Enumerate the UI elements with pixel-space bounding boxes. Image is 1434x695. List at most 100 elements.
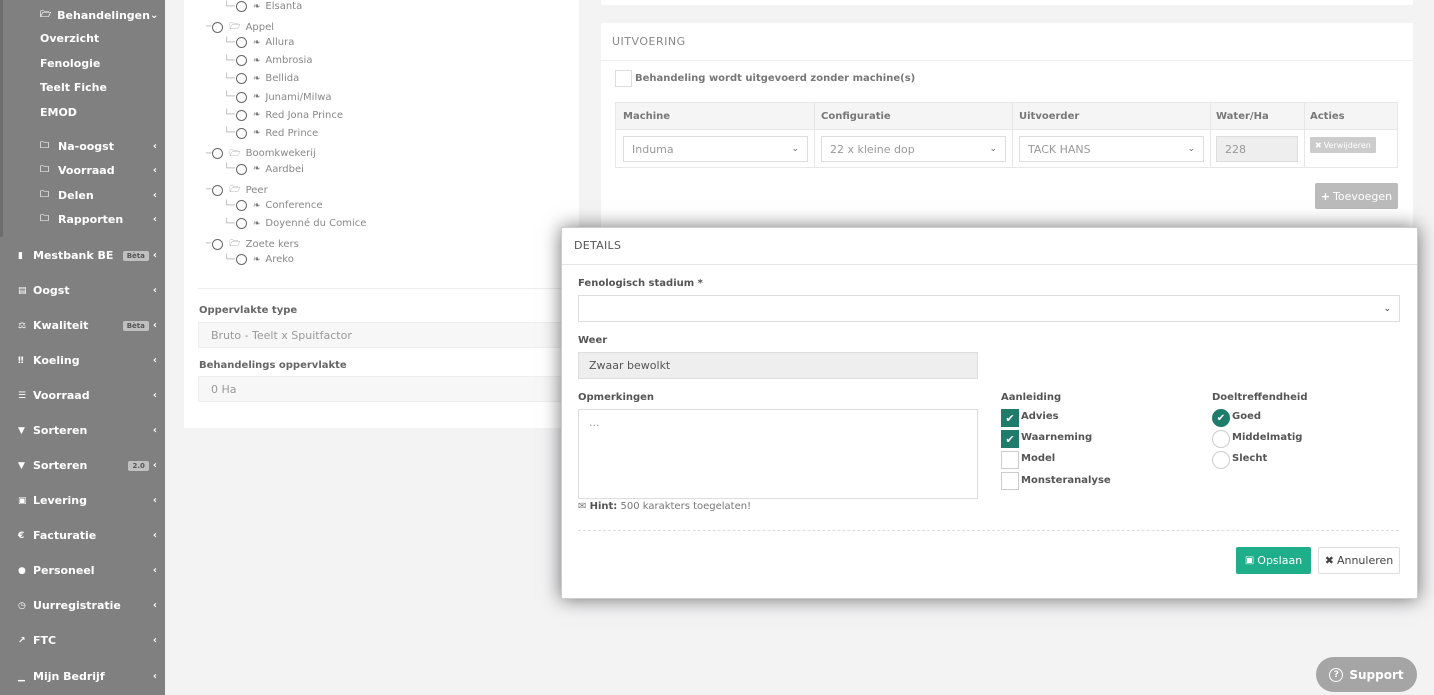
surface-type-select[interactable]: Bruto - Teelt x Spuitfactor: [198, 322, 579, 348]
tree-leaf-node[interactable]: └─ ❧ Allura: [224, 37, 294, 49]
tree-radio[interactable]: [212, 148, 224, 160]
tree-radio[interactable]: [212, 238, 224, 250]
sidebar-item-voorraad[interactable]: ☰ Voorraad ‹: [18, 389, 157, 402]
delete-button[interactable]: ✖ Verwijderen: [1310, 137, 1376, 153]
support-button[interactable]: ? Support: [1316, 657, 1417, 692]
weather-field[interactable]: Zwaar bewolkt: [578, 352, 978, 379]
sidebar-item-teelt-fiche[interactable]: Teelt Fiche: [40, 81, 107, 94]
goed-radio[interactable]: ✔: [1212, 409, 1230, 427]
sidebar-item-fenologie[interactable]: Fenologie: [40, 57, 100, 70]
tree-folder-node[interactable]: ─ 🗁 Appel: [206, 19, 274, 35]
tree-radio[interactable]: [235, 218, 247, 230]
sidebar-group-delen[interactable]: 🗀 Delen ‹: [40, 187, 157, 203]
tree-radio[interactable]: [235, 37, 247, 49]
save-label: Opslaan: [1257, 554, 1303, 567]
no-machine-checkbox[interactable]: [615, 70, 632, 87]
sidebar-item-personeel[interactable]: ● Personeel ‹: [18, 564, 157, 577]
tree-leaf-node[interactable]: └─ ❧ Junami/Milwa: [224, 91, 332, 103]
sidebar-item-mijn-bedrijf[interactable]: ▁ Mijn Bedrijf ‹: [18, 670, 157, 683]
sidebar-item-kwaliteit[interactable]: ⚖ Kwaliteit Bèta ‹: [18, 319, 157, 332]
waarneming-checkbox[interactable]: ✔: [1001, 430, 1019, 448]
tree-folder-node[interactable]: ─ 🗁 Peer: [206, 182, 268, 198]
machine-select[interactable]: Induma ⌄: [623, 136, 808, 162]
tree-connector: └─: [224, 200, 235, 211]
sidebar-group-na-oogst[interactable]: 🗀 Na-oogst ‹: [40, 138, 157, 154]
advies-checkbox[interactable]: ✔: [1001, 409, 1019, 427]
configuratie-select[interactable]: 22 x kleine dop ⌄: [821, 136, 1006, 162]
tree-leaf-node[interactable]: └─ ❧ Areko: [224, 254, 294, 266]
sidebar-item-facturatie[interactable]: € Facturatie ‹: [18, 529, 157, 542]
sidebar-item-ftc[interactable]: ↗ FTC ‹: [18, 634, 157, 647]
sidebar-item-levering[interactable]: ▣ Levering ‹: [18, 494, 157, 507]
hint-text: 500 karakters toegelaten!: [620, 501, 752, 512]
tree-folder-node[interactable]: ─ 🗁 Zoete kers: [206, 236, 299, 252]
tree-radio[interactable]: [235, 127, 247, 139]
water-value: 228: [1225, 142, 1246, 156]
tree-radio[interactable]: [235, 254, 247, 266]
add-button[interactable]: + Toevoegen: [1315, 183, 1398, 209]
tree-radio[interactable]: [235, 91, 247, 103]
tree-folder-node[interactable]: ─ 🗁 Boomkwekerij: [206, 146, 316, 162]
tree-radio[interactable]: [235, 200, 247, 212]
tree-radio[interactable]: [212, 21, 224, 33]
clock-icon: ◷: [18, 600, 26, 611]
tree-leaf-node[interactable]: └─ ❧ Doyenné du Comice: [224, 218, 366, 230]
tree-radio[interactable]: [235, 73, 247, 85]
tree-radio[interactable]: [235, 1, 247, 12]
top-panel-edge: [601, 0, 1413, 5]
slecht-radio[interactable]: [1212, 451, 1230, 469]
sidebar-item-koeling[interactable]: ‼ Koeling ‹: [18, 354, 157, 367]
divider: [562, 264, 1417, 265]
tree-radio[interactable]: [235, 109, 247, 121]
cancel-button[interactable]: ✖ Annuleren: [1318, 547, 1400, 574]
save-button[interactable]: ▣ Opslaan: [1236, 547, 1311, 574]
water-field[interactable]: 228: [1216, 136, 1298, 162]
tree-leaf-node[interactable]: └─ ❧ Red Jona Prince: [224, 109, 344, 121]
tree-connector: └─: [224, 73, 235, 84]
sidebar-item-overzicht[interactable]: Overzicht: [40, 32, 99, 45]
middelmatig-radio[interactable]: [1212, 430, 1230, 448]
tree-leaf-node[interactable]: └─ ❧ Ambrosia: [224, 55, 312, 67]
chevron-left-icon: ‹: [152, 164, 157, 176]
treatment-area-field[interactable]: 0 Ha: [198, 376, 579, 402]
column-header-uitvoerder: Uitvoerder: [1019, 111, 1080, 122]
tree-radio[interactable]: [212, 184, 224, 196]
tree-connector: └─: [224, 164, 235, 175]
slecht-label: Slecht: [1232, 453, 1268, 464]
sidebar-item-emod[interactable]: EMOD: [40, 106, 77, 119]
check-icon: ✔: [1005, 432, 1015, 446]
tree-leaf-node[interactable]: └─ ❧ Aardbei: [224, 163, 304, 175]
monsteranalyse-checkbox[interactable]: [1001, 472, 1019, 490]
uitvoerder-select[interactable]: TACK HANS ⌄: [1019, 136, 1204, 162]
column-header-machine: Machine: [623, 111, 671, 122]
tree-connector: └─: [224, 37, 235, 48]
stage-label: Fenologisch stadium *: [578, 278, 703, 289]
leaf-icon: ❧: [252, 73, 261, 84]
tree-leaf-node[interactable]: └─ ❧ Bellida: [224, 73, 299, 85]
sidebar-group-rapporten[interactable]: 🗀 Rapporten ‹: [40, 211, 157, 227]
sidebar-item-mestbank[interactable]: ▮ Mestbank BE Bèta ‹: [18, 249, 157, 262]
sidebar-item-sorteren[interactable]: ▼ Sorteren ‹: [18, 424, 157, 437]
tree-radio[interactable]: [235, 55, 247, 67]
sidebar-group-voorraad[interactable]: 🗀 Voorraad ‹: [40, 162, 157, 178]
tree-leaf-node[interactable]: └─ ❧ Conference: [224, 200, 323, 212]
tree-node-label: Red Jona Prince: [265, 109, 344, 121]
sidebar-item-oogst[interactable]: ▤ Oogst ‹: [18, 284, 157, 297]
sidebar-item-uurregistratie[interactable]: ◷ Uurregistratie ‹: [18, 599, 157, 612]
hint: ✉ Hint: 500 karakters toegelaten!: [578, 501, 751, 512]
sidebar-item-sorteren-2[interactable]: ▼ Sorteren 2.0 ‹: [18, 459, 157, 472]
cancel-label: Annuleren: [1336, 554, 1394, 567]
leaf-icon: ❧: [252, 254, 261, 265]
folder-icon: 🗀: [40, 190, 50, 200]
close-icon: ✖: [1324, 554, 1334, 567]
modal-title: DETAILS: [574, 239, 622, 252]
remarks-textarea[interactable]: ...: [578, 409, 978, 499]
sidebar-group-behandelingen[interactable]: 🗁 Behandelingen ⌄: [40, 7, 158, 23]
stage-select[interactable]: ⌄: [578, 295, 1400, 322]
model-checkbox[interactable]: [1001, 451, 1019, 469]
tree-radio[interactable]: [235, 163, 247, 175]
tree-leaf-node[interactable]: └─ ❧ Elsanta: [224, 1, 302, 12]
tree-leaf-node[interactable]: └─ ❧ Red Prince: [224, 127, 318, 139]
folder-icon: 🗀: [40, 141, 50, 151]
machine-table: Machine Configuratie Uitvoerder Water/Ha…: [615, 102, 1398, 168]
